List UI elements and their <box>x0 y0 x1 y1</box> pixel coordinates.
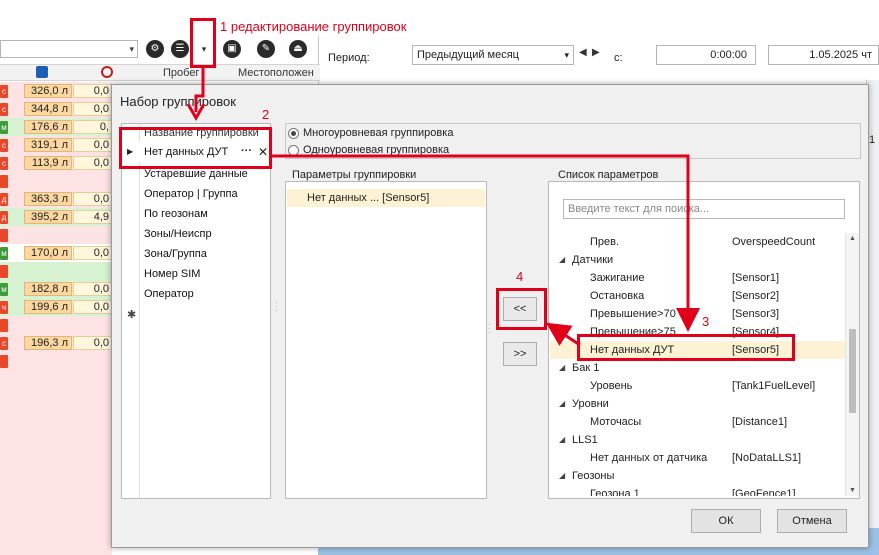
arrow-2-to-3 <box>272 154 700 332</box>
annotation-arrows <box>186 68 700 347</box>
arrow-3-to-4 <box>545 322 581 347</box>
app-window: ▾ ⚙ ☰ ▾ ▣ ✎ ⏏ Пробег Местоположен с 326,0… <box>0 0 879 555</box>
